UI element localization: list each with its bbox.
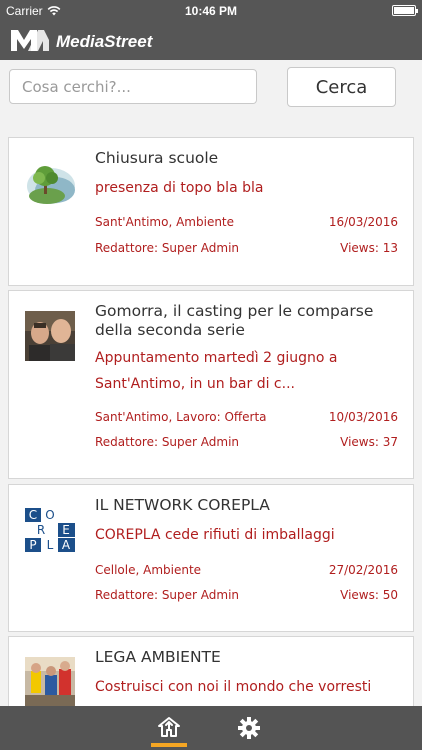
article-subtitle: COREPLA cede rifiuti di imballaggi [95,527,335,543]
article-subtitle: Appuntamento martedì 2 giugno a Sant'Ant… [95,350,338,392]
article-title: Chiusura scuole [95,149,219,167]
article-meta-row: Redattore: Super Admin Views: 13 [95,241,398,255]
article-views: Views: 13 [340,241,398,255]
article-subtitle: Costruisci con noi il mondo che vorresti [95,679,372,695]
article-views: Views: 37 [340,435,398,449]
article-thumbnail-tree [25,158,75,208]
article-author: Redattore: Super Admin [95,588,240,602]
article-title: Gomorra, il casting per le comparse dell… [95,302,374,339]
battery-icon [392,5,418,16]
article-card[interactable]: C O R E P L A IL NETWORK COREPLA COREPLA… [8,484,414,632]
article-thumbnail-men [25,311,75,361]
article-title: IL NETWORK COREPLA [95,496,270,514]
article-meta-row: Redattore: Super Admin Views: 37 [95,435,398,449]
article-category: Sant'Antimo, Ambiente [95,215,235,229]
article-list[interactable]: Chiusura scuole presenza di topo bla bla… [0,130,422,706]
status-time: 10:46 PM [184,4,238,18]
corepla-letter: O [45,508,54,522]
article-title: LEGA AMBIENTE [95,648,221,666]
volunteers-photo [25,657,75,706]
article-subtitle: presenza di topo bla bla [95,180,264,196]
corepla-letter: C [29,508,37,522]
tab-settings[interactable] [229,706,269,750]
corepla-letter: R [37,523,45,537]
article-thumbnail-volunteers [25,657,75,706]
corepla-logo: C O R E P L A [25,505,75,555]
nav-bar: MediaStreet [0,22,422,60]
tab-home[interactable] [149,706,189,750]
article-date: 10/03/2016 [328,410,398,424]
status-bar: Carrier 10:46 PM [0,0,422,22]
article-meta-row: Redattore: Super Admin Views: 50 [95,588,398,602]
article-category: Sant'Antimo, Lavoro: Offerta [95,410,267,424]
article-author: Redattore: Super Admin [95,435,240,449]
tree-globe-image [25,158,75,208]
corepla-letter: E [62,523,70,537]
article-card[interactable]: Chiusura scuole presenza di topo bla bla… [8,137,414,286]
search-button[interactable]: Cerca [287,67,396,107]
corepla-letter: L [47,538,54,552]
gear-icon [238,717,260,739]
tab-bar [0,706,422,750]
article-meta-row: Cellole, Ambiente 27/02/2016 [95,563,398,577]
article-card[interactable]: LEGA AMBIENTE Costruisci con noi il mond… [8,636,414,706]
article-views: Views: 50 [340,588,398,602]
app-screen: Carrier 10:46 PM MediaStreet Cerca [0,0,422,750]
article-date: 16/03/2016 [328,215,398,229]
mediastreet-logo-mark [11,30,49,51]
home-share-icon [158,717,180,737]
article-meta-row: Sant'Antimo, Ambiente 16/03/2016 [95,215,398,229]
corepla-letter: P [29,538,36,552]
two-men-photo [25,311,75,361]
article-card[interactable]: Gomorra, il casting per le comparse dell… [8,290,414,479]
article-meta-row: Sant'Antimo, Lavoro: Offerta 10/03/2016 [95,410,398,424]
search-bar: Cerca [0,60,422,130]
corepla-letter: A [62,538,71,552]
article-author: Redattore: Super Admin [95,241,240,255]
app-name: MediaStreet [56,32,153,51]
search-input[interactable] [9,69,257,104]
app-logo: MediaStreet [10,26,152,52]
article-date: 27/02/2016 [328,563,398,577]
article-thumbnail-corepla: C O R E P L A [25,505,75,555]
article-category: Cellole, Ambiente [95,563,202,577]
